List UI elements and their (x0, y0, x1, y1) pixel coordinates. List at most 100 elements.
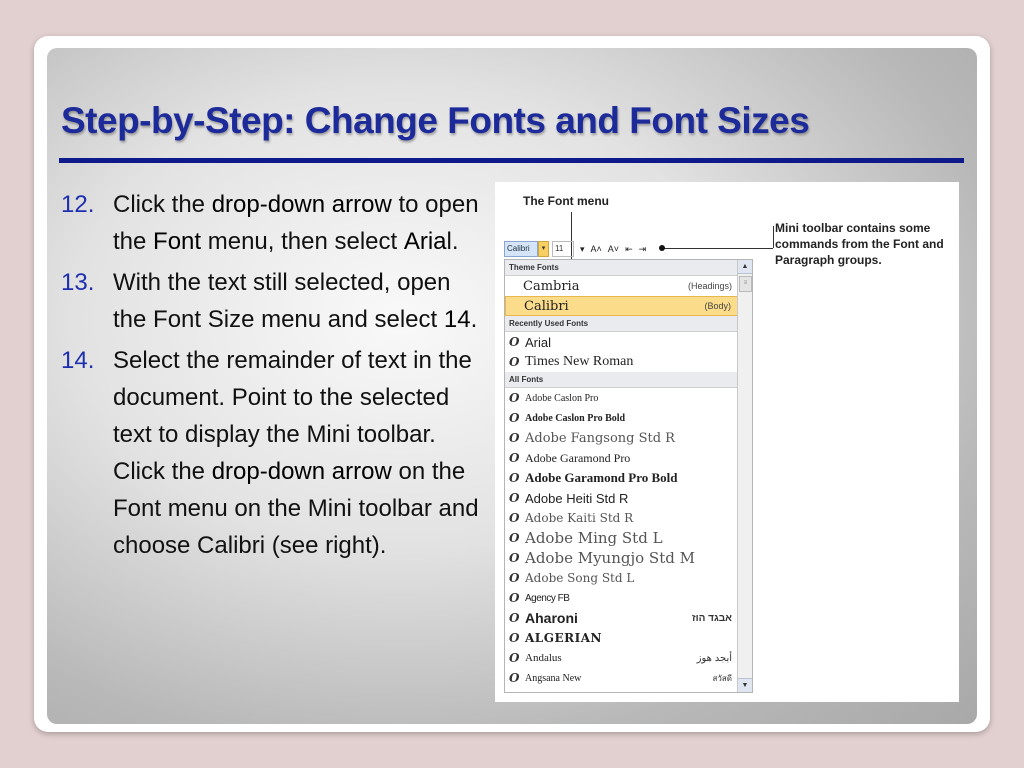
step-text-part: l. (446, 228, 459, 255)
opentype-icon: O (509, 671, 520, 685)
font-option[interactable]: O Adobe Caslon Pro Bold (505, 408, 752, 428)
section-header-theme: Theme Fonts (505, 260, 752, 276)
opentype-icon: O (509, 335, 520, 349)
opentype-icon: O (509, 411, 520, 425)
font-option-label: Aharoni (525, 610, 578, 626)
font-option[interactable]: O Times New Roman (505, 352, 752, 372)
font-option-label: Adobe Garamond Pro (525, 450, 631, 465)
opentype-icon: O (509, 491, 520, 505)
font-option[interactable]: O Angsana New สวัสดี (505, 668, 752, 688)
step-item: 13. With the text still selected, open t… (61, 264, 481, 338)
font-menu-figure: The Font menu Mini toolbar contains some… (495, 182, 959, 702)
font-sample: สวัสดี (712, 673, 732, 683)
opentype-icon: O (509, 651, 520, 665)
font-option-label: Angsana New (525, 672, 582, 684)
font-option-label: Agency FB (525, 592, 570, 604)
figure-callout: Mini toolbar contains some commands from… (775, 221, 944, 267)
font-option[interactable]: O Adobe Garamond Pro (505, 448, 752, 468)
font-option[interactable]: O Adobe Heiti Std R (505, 488, 752, 508)
font-option-selected[interactable]: Calibri (Body) (505, 296, 752, 316)
section-header-recent: Recently Used Fonts (505, 316, 752, 332)
mini-toolbar: Calibri ▾ 11 ▾ A˄ A˅ ⇤ ⇥ (504, 240, 664, 258)
list-scrollbar[interactable]: ▲ ≡ ▼ (737, 260, 752, 692)
step-number: 14. (61, 347, 95, 374)
font-sample: أبجد هوز (696, 652, 732, 664)
font-option-tag: (Body) (704, 301, 731, 311)
font-option-tag: (Headings) (687, 281, 732, 291)
font-option[interactable]: O Andalus أبجد هوز (505, 648, 752, 668)
font-option-label: Adobe Myungjo Std M (525, 549, 695, 567)
size-dropdown-icon[interactable]: ▾ (580, 244, 585, 255)
opentype-icon: O (509, 391, 520, 405)
font-option-label: Arial (525, 334, 552, 350)
font-option[interactable]: O Adobe Ming Std L (505, 528, 752, 548)
font-option[interactable]: O Agency FB (505, 588, 752, 608)
font-option-label: Adobe Caslon Pro Bold (525, 412, 626, 424)
font-option-label: Adobe Garamond Pro Bold (525, 470, 678, 485)
font-option-label: Adobe Kaiti Std R (525, 511, 634, 525)
step-highlight: 14 (443, 306, 471, 333)
step-text-part: With the text still selected, open the F… (113, 269, 451, 333)
step-number: 12. (61, 191, 95, 218)
section-header-all: All Fonts (505, 372, 752, 388)
step-highlight: drop-down arrow (211, 191, 392, 218)
font-name-box[interactable]: Calibri (504, 241, 538, 257)
font-option[interactable]: O Aharoni אבגד הוז (505, 608, 752, 628)
font-option[interactable]: O Adobe Fangsong Std R (505, 428, 752, 448)
font-dropdown-arrow[interactable]: ▾ (538, 241, 549, 257)
step-item: 14. Select the remainder of text in the … (61, 342, 481, 564)
font-option[interactable]: O Adobe Garamond Pro Bold (505, 468, 752, 488)
slide-title: Step-by-Step: Change Fonts and Font Size… (61, 100, 810, 141)
font-size-box[interactable]: 11 (552, 241, 574, 257)
step-highlight: Aria (403, 228, 447, 255)
title-divider (59, 158, 964, 163)
font-option-label: ALGERIAN (525, 631, 603, 645)
opentype-icon: O (509, 531, 520, 545)
opentype-icon: O (509, 551, 520, 565)
font-option[interactable]: O Adobe Myungjo Std M (505, 548, 752, 568)
opentype-icon: O (509, 471, 520, 485)
opentype-icon: O (509, 431, 520, 445)
step-text-part: Click the (113, 191, 212, 218)
scroll-down-icon[interactable]: ▼ (738, 678, 752, 692)
font-option-label: Adobe Fangsong Std R (525, 430, 675, 446)
opentype-icon: O (509, 631, 520, 645)
opentype-icon: O (509, 571, 520, 585)
step-text: Select the remainder of text in the docu… (113, 342, 481, 564)
opentype-icon: O (509, 355, 520, 369)
shrink-font-icon[interactable]: A˅ (608, 244, 619, 254)
opentype-icon: O (509, 511, 520, 525)
font-option[interactable]: O Adobe Song Std L (505, 568, 752, 588)
callout-line (663, 248, 773, 249)
font-option-label: Adobe Caslon Pro (525, 392, 599, 404)
scroll-up-icon[interactable]: ▲ (738, 260, 752, 274)
step-item: 12. Click the drop-down arrow to open th… (61, 186, 481, 260)
font-option[interactable]: O Adobe Kaiti Std R (505, 508, 752, 528)
font-dropdown-list: Theme Fonts Cambria (Headings) Calibri (… (504, 259, 753, 693)
callout-line (773, 226, 774, 248)
font-option-label: Andalus (525, 652, 562, 664)
grow-font-icon[interactable]: A˄ (591, 244, 602, 254)
increase-indent-icon[interactable]: ⇥ (639, 244, 647, 255)
font-option-label: Times New Roman (525, 354, 634, 369)
step-text-part: . (470, 306, 478, 333)
opentype-icon: O (509, 611, 520, 625)
font-option[interactable]: O Adobe Caslon Pro (505, 388, 752, 408)
font-option-label: Cambria (523, 278, 580, 294)
font-option[interactable]: O ALGERIAN (505, 628, 752, 648)
font-option-label: Adobe Song Std L (525, 571, 635, 585)
font-option[interactable]: Cambria (Headings) (505, 276, 752, 296)
figure-title: The Font menu (523, 194, 609, 208)
font-sample: אבגד הוז (691, 612, 732, 624)
font-option[interactable]: O Arial (505, 332, 752, 352)
font-option-label: Adobe Ming Std L (525, 529, 663, 547)
slide: Step-by-Step: Change Fonts and Font Size… (47, 48, 977, 724)
step-text: With the text still selected, open the F… (113, 264, 481, 338)
step-highlight: Font (153, 228, 202, 255)
font-option-label: Adobe Heiti Std R (525, 490, 629, 506)
step-text-part: menu, then select (201, 228, 404, 255)
step-number: 13. (61, 269, 95, 296)
font-option-label: Calibri (524, 298, 569, 314)
scroll-thumb[interactable]: ≡ (739, 276, 752, 292)
decrease-indent-icon[interactable]: ⇤ (625, 244, 633, 255)
